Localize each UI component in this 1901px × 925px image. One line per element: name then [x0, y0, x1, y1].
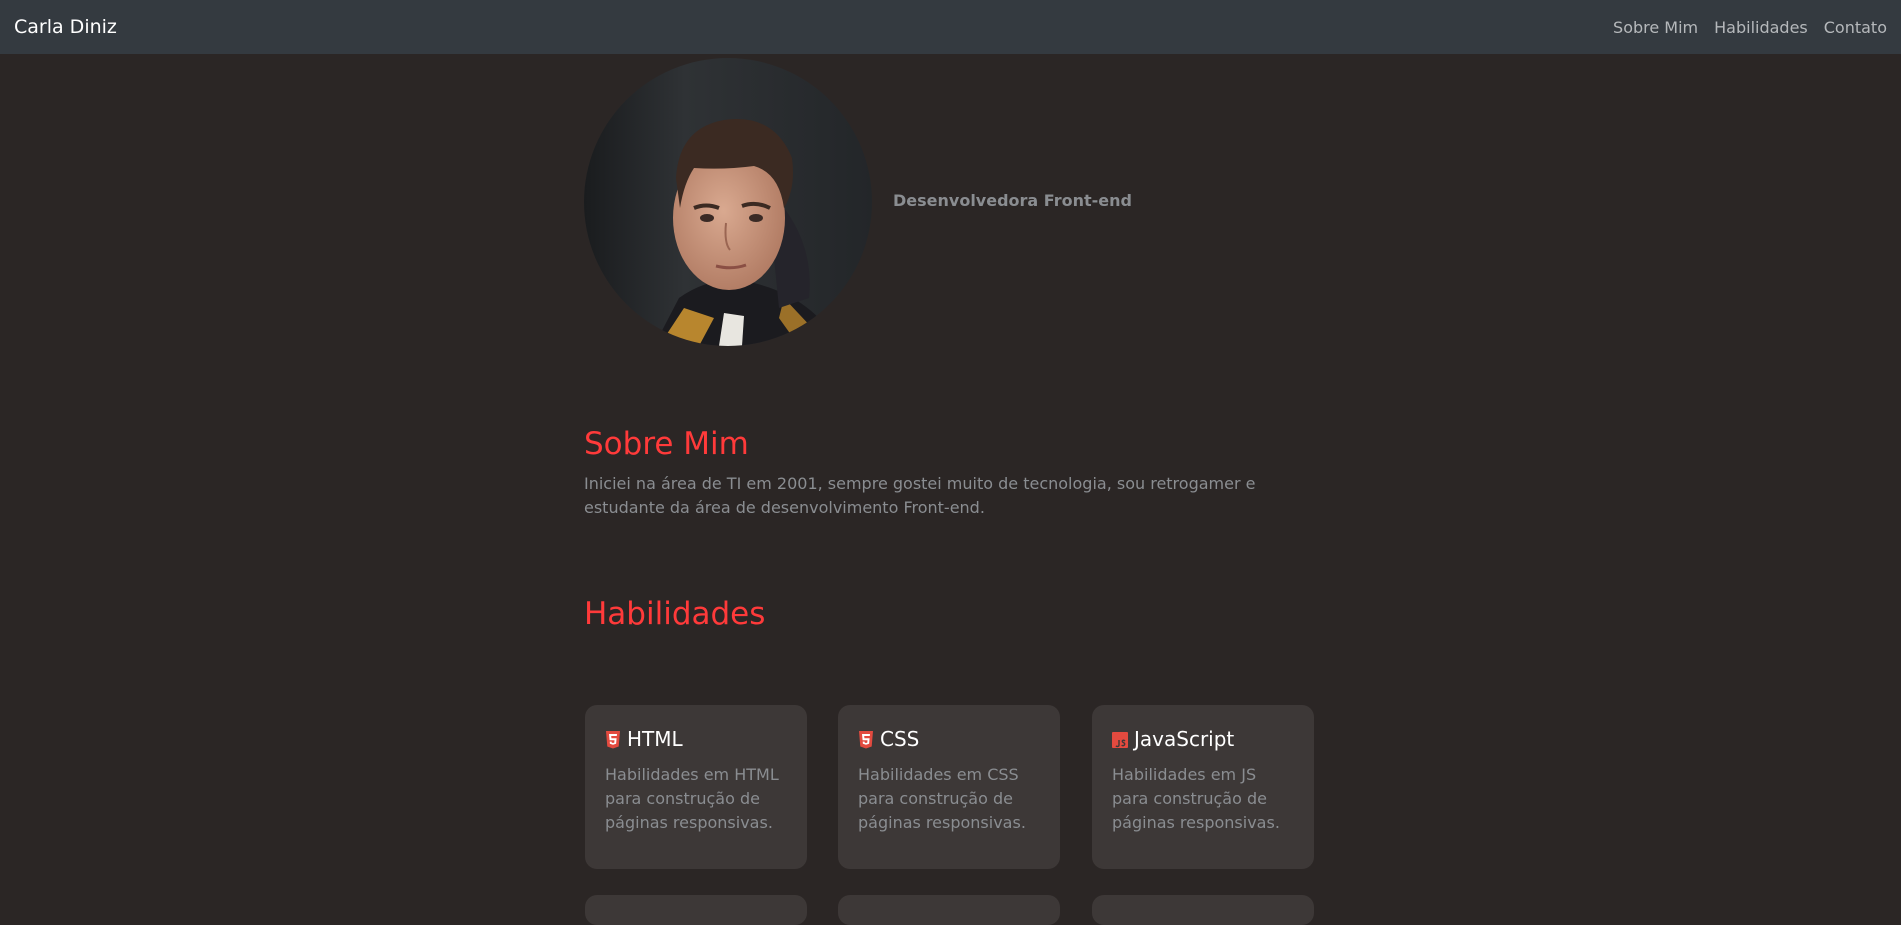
brand-link[interactable]: Carla Diniz — [14, 16, 117, 38]
skill-card-partial — [1092, 895, 1314, 925]
nav-links: Sobre Mim Habilidades Contato — [1613, 18, 1887, 37]
skill-card-partial — [838, 895, 1060, 925]
skill-card-html: HTML Habilidades em HTML para construção… — [585, 705, 807, 869]
skill-card-header: JavaScript — [1112, 727, 1294, 751]
javascript-icon — [1112, 730, 1128, 748]
skill-card-title: HTML — [627, 727, 683, 751]
skill-card-text: Habilidades em JS para construção de pág… — [1112, 765, 1280, 832]
skill-card-css: CSS Habilidades em CSS para construção d… — [838, 705, 1060, 869]
profile-photo — [584, 58, 872, 346]
about-text: Iniciei na área de TI em 2001, sempre go… — [584, 474, 1256, 517]
skill-card-text: Habilidades em CSS para construção de pá… — [858, 765, 1026, 832]
skill-card-title: CSS — [880, 727, 920, 751]
html5-icon — [605, 730, 621, 749]
navbar: Carla Diniz Sobre Mim Habilidades Contat… — [0, 0, 1901, 54]
nav-link-habilidades[interactable]: Habilidades — [1714, 18, 1808, 37]
skill-card-title: JavaScript — [1134, 727, 1235, 751]
role-subtitle: Desenvolvedora Front-end — [893, 191, 1132, 210]
about-title: Sobre Mim — [584, 426, 749, 462]
skill-card-javascript: JavaScript Habilidades em JS para constr… — [1092, 705, 1314, 869]
skills-title: Habilidades — [584, 596, 766, 632]
skill-card-text: Habilidades em HTML para construção de p… — [605, 765, 779, 832]
nav-link-sobre-mim[interactable]: Sobre Mim — [1613, 18, 1698, 37]
skill-card-header: HTML — [605, 727, 787, 751]
skill-card-header: CSS — [858, 727, 1040, 751]
css3-icon — [858, 730, 874, 749]
nav-link-contato[interactable]: Contato — [1824, 18, 1887, 37]
skill-card-partial — [585, 895, 807, 925]
